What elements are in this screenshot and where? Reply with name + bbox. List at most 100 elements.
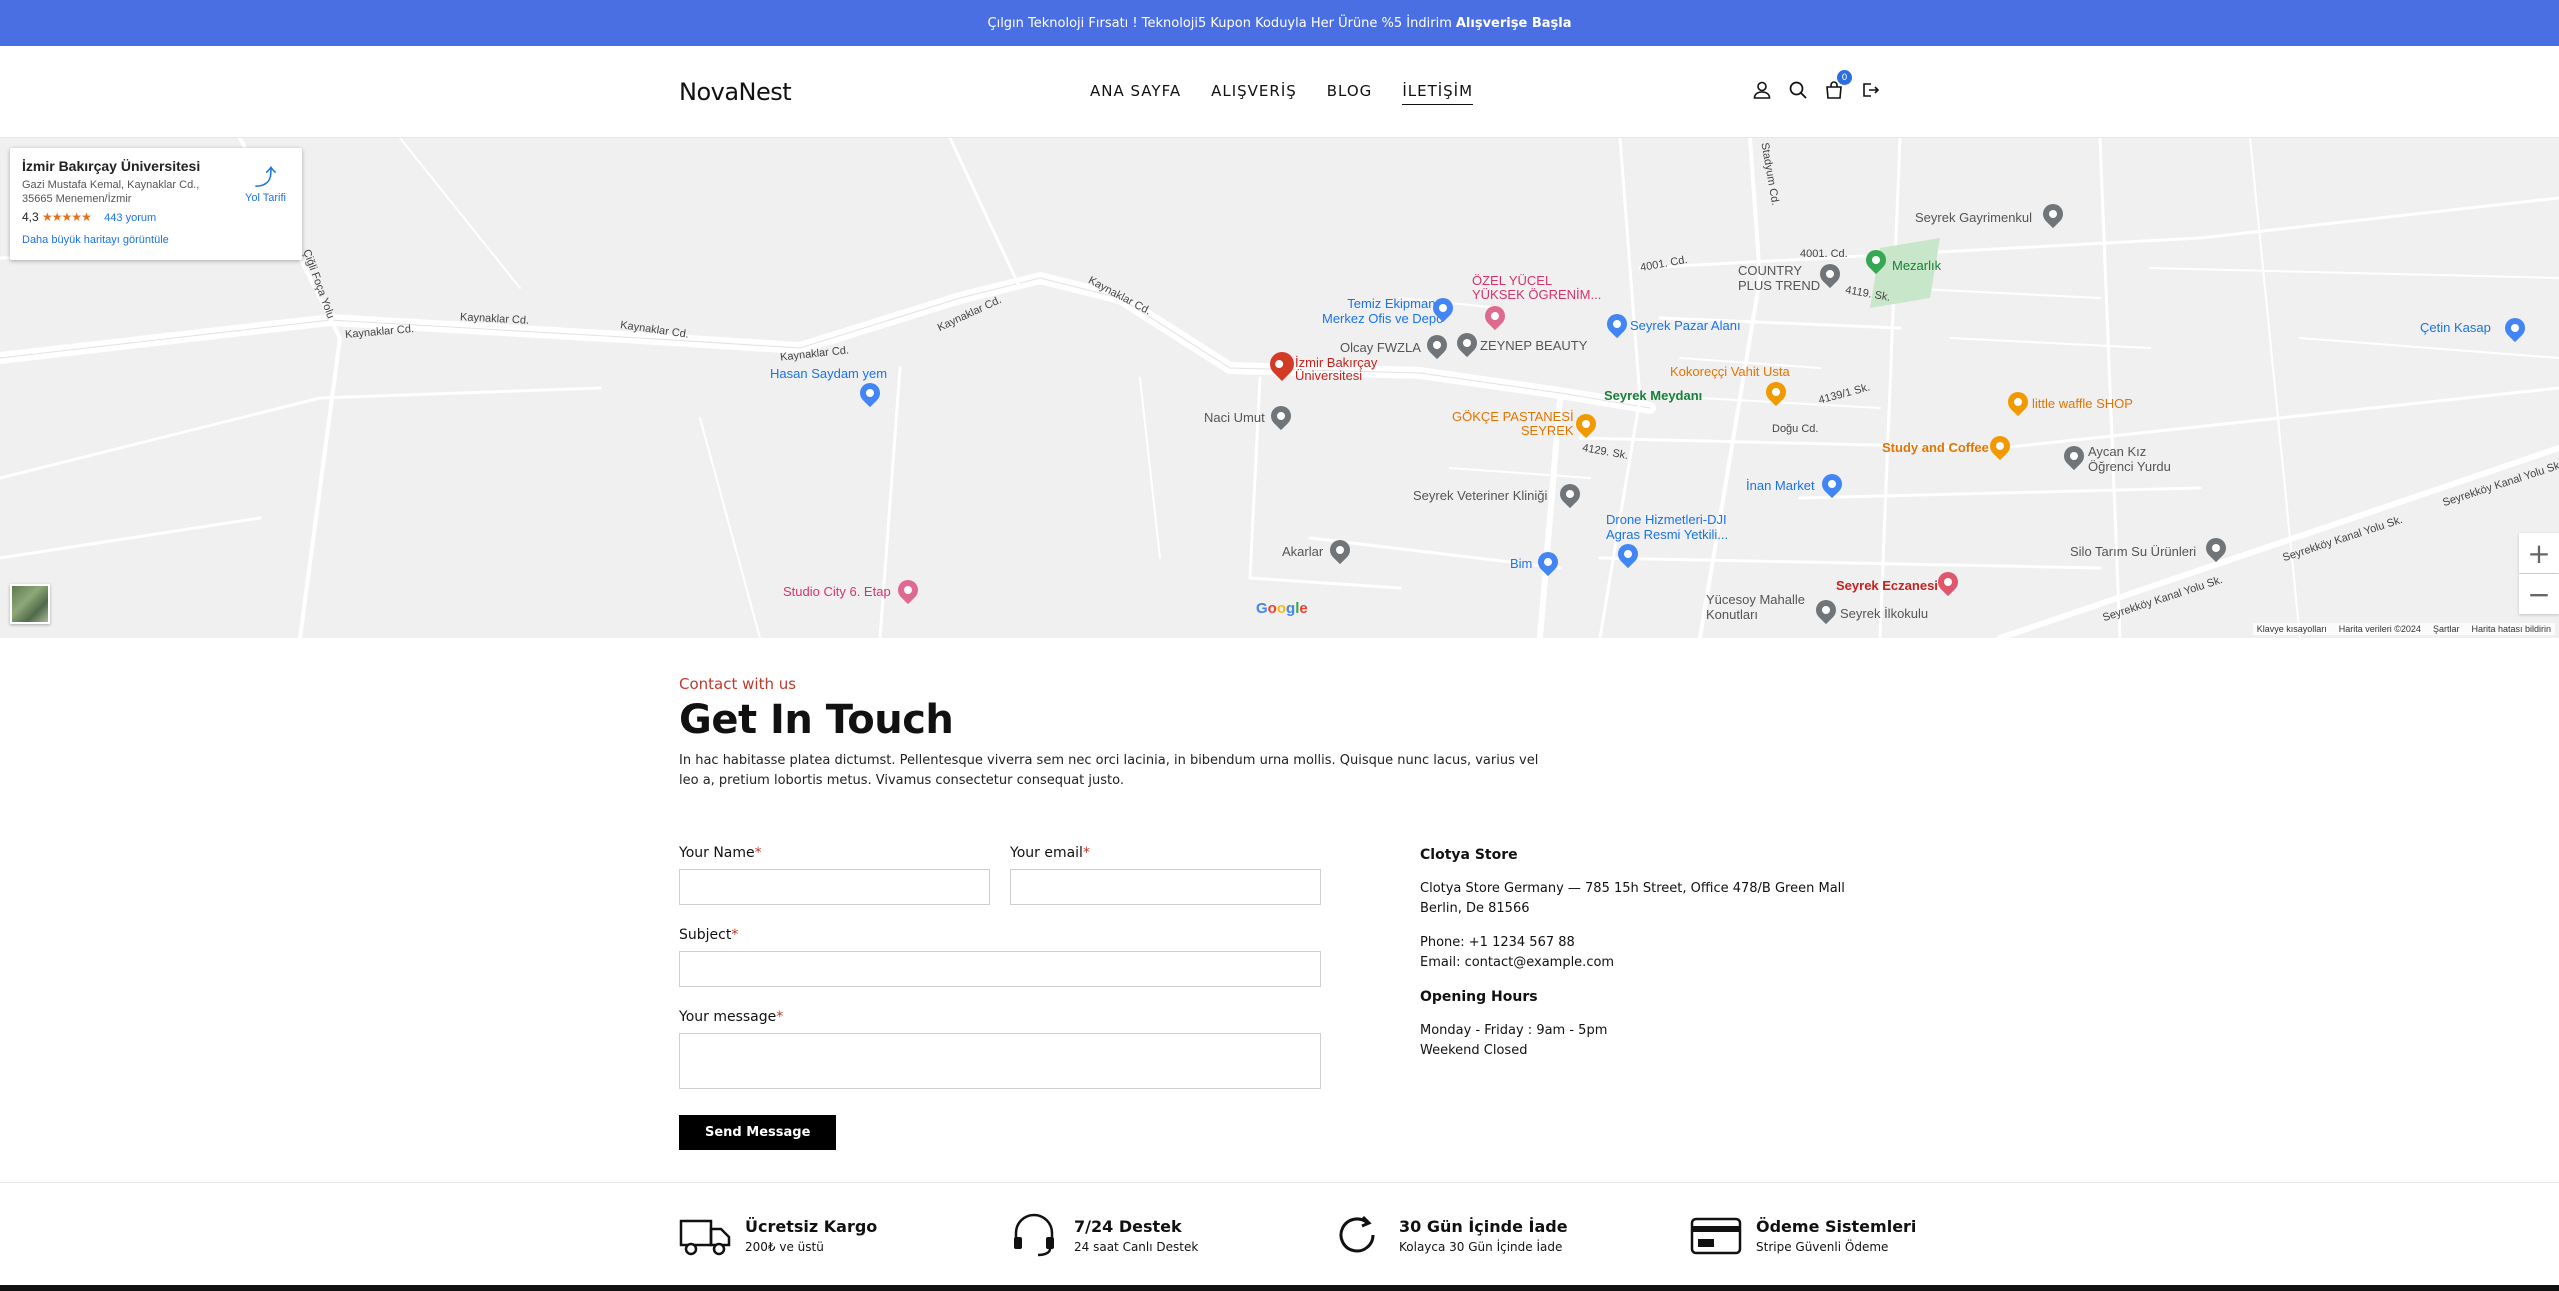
nav-item-blog[interactable]: BLOG [1327, 82, 1373, 105]
name-label: Your Name* [679, 845, 762, 861]
map-label[interactable]: Mezarlık [1892, 258, 1941, 273]
map-label[interactable]: ÖZEL YÜCEL YÜKSEK ÖGRENİM... [1472, 274, 1601, 302]
map-label[interactable]: Seyrek Veteriner Kliniği [1413, 488, 1547, 503]
map-label[interactable]: Drone Hizmetleri-DJI Agras Resmi Yetkili… [1606, 512, 1728, 542]
feature-sub: 24 saat Canlı Destek [1074, 1239, 1199, 1254]
feature-title: 30 Gün İçinde İade [1399, 1216, 1568, 1236]
map-label[interactable]: GÖKÇE PASTANESİ SEYREK [1452, 410, 1574, 438]
credit-card-icon [1690, 1217, 1742, 1255]
map-label[interactable]: İzmir Bakırçay Üniversitesi [1295, 356, 1377, 382]
map-label[interactable]: Çetin Kasap [2420, 320, 2491, 335]
feature-item: 30 Gün İçinde İade Kolayca 30 Gün İçinde … [1333, 1213, 1568, 1257]
map-label[interactable]: Hasan Saydam yem [770, 366, 887, 381]
cart-count-badge: 0 [1837, 70, 1852, 85]
road-label: Doğu Cd. [1772, 423, 1819, 435]
map-data-text: Harita verileri ©2024 [2338, 624, 2421, 634]
map-footer: Klavye kısayolları Harita verileri ©2024… [2252, 623, 2555, 635]
contact-eyebrow: Contact with us [679, 675, 797, 693]
send-message-button[interactable]: Send Message [679, 1115, 837, 1150]
store-title: Clotya Store [1420, 847, 1518, 863]
cart-icon[interactable]: 0 [1824, 70, 1852, 100]
search-icon[interactable] [1788, 80, 1808, 100]
footer-edge [0, 1285, 2559, 1291]
map-label[interactable]: Kokoreççi Vahit Usta [1670, 364, 1790, 379]
store-address: Clotya Store Germany — 785 15h Street, O… [1420, 881, 1845, 916]
feature-title: 7/24 Destek [1074, 1216, 1182, 1236]
store-email: Email: contact@example.com [1420, 955, 1615, 970]
feature-title: Ödeme Sistemleri [1756, 1216, 1917, 1236]
feature-item: Ücretsiz Kargo 200₺ ve üstü [679, 1213, 877, 1257]
email-field[interactable] [1010, 869, 1321, 905]
promo-cta-link[interactable]: Alışverişe Başla [1456, 16, 1572, 31]
message-field[interactable] [679, 1033, 1321, 1089]
hours-title: Opening Hours [1420, 989, 1538, 1005]
subject-label: Subject* [679, 927, 739, 943]
map-roads [0, 138, 2559, 638]
report-error-link[interactable]: Harita hatası bildirin [2471, 624, 2551, 634]
map-label[interactable]: Yücesoy Mahalle Konutları [1706, 592, 1805, 622]
map-label[interactable]: Naci Umut [1204, 410, 1265, 425]
site-header: NovaNest ANA SAYFA ALIŞVERİŞ BLOG İLETİŞ… [0, 46, 2559, 138]
map-label[interactable]: Seyrek Meydanı [1604, 388, 1702, 403]
star-rating-icon: ★★★★★ [42, 210, 92, 224]
map-label[interactable]: ZEYNEP BEAUTY [1480, 338, 1587, 353]
contact-section: Contact with us Get In Touch In hac habi… [679, 675, 1879, 791]
contact-intro: In hac habitasse platea dictumst. Pellen… [679, 753, 1539, 788]
map-label[interactable]: Akarlar [1282, 544, 1323, 559]
map-label[interactable]: Bim [1510, 556, 1532, 571]
main-nav: ANA SAYFA ALIŞVERİŞ BLOG İLETİŞİM [1090, 82, 1474, 105]
zoom-in-button[interactable]: + [2519, 533, 2559, 573]
rating-value: 4,3 [22, 210, 39, 224]
larger-map-link[interactable]: Daha büyük haritayı görüntüle [22, 234, 290, 246]
refresh-icon [1339, 1215, 1375, 1253]
feature-sub: Stripe Güvenli Ödeme [1756, 1239, 1889, 1254]
directions-button[interactable]: ⤴ Yol Tarifi [245, 160, 286, 204]
subject-field[interactable] [679, 951, 1321, 987]
map-place-card: İzmir Bakırçay Üniversitesi Gazi Mustafa… [10, 148, 302, 260]
user-icon[interactable] [1752, 80, 1772, 100]
nav-item-shop[interactable]: ALIŞVERİŞ [1211, 82, 1297, 105]
feature-item: Ödeme Sistemleri Stripe Güvenli Ödeme [1690, 1213, 1916, 1257]
store-phone: Phone: +1 1234 567 88 [1420, 935, 1575, 950]
feature-sub: 200₺ ve üstü [745, 1239, 824, 1254]
nav-item-contact[interactable]: İLETİŞİM [1402, 82, 1474, 105]
feature-title: Ücretsiz Kargo [745, 1216, 878, 1236]
place-address: Gazi Mustafa Kemal, Kaynaklar Cd., 35665… [22, 179, 200, 205]
map-label[interactable]: Seyrek İlkokulu [1840, 606, 1928, 621]
map-label[interactable]: Aycan Kız Öğrenci Yurdu [2088, 444, 2171, 474]
truck-icon [679, 1219, 731, 1256]
map-label[interactable]: Silo Tarım Su Ürünleri [2070, 544, 2196, 559]
keyboard-shortcuts-link[interactable]: Klavye kısayolları [2257, 624, 2327, 634]
map-label[interactable]: COUNTRY PLUS TREND [1738, 263, 1820, 293]
map-label[interactable]: Seyrek Gayrimenkul [1915, 210, 2032, 225]
zoom-out-button[interactable]: − [2519, 574, 2559, 614]
page-title: Get In Touch [679, 697, 954, 743]
google-logo: Google [1256, 600, 1308, 617]
map-label[interactable]: little waffle SHOP [2032, 396, 2133, 411]
map-label[interactable]: Olcay FWZLA [1340, 340, 1421, 355]
promo-bar: Çılgın Teknoloji Fırsatı ! Teknoloji5 Ku… [0, 0, 2559, 46]
map-label[interactable]: Seyrek Pazar Alanı [1630, 318, 1741, 333]
directions-icon: ⤴ [254, 165, 277, 190]
promo-text: Çılgın Teknoloji Fırsatı ! Teknoloji5 Ku… [987, 15, 1452, 31]
map-label[interactable]: Temiz Ekipman - Merkez Ofis ve Depo [1322, 296, 1443, 326]
map-label[interactable]: Study and Coffee [1882, 440, 1989, 455]
reviews-link[interactable]: 443 yorum [104, 212, 156, 224]
google-map[interactable]: İzmir Bakırçay Üniversitesi Gazi Mustafa… [0, 138, 2559, 638]
site-logo[interactable]: NovaNest [679, 78, 792, 106]
feature-sub: Kolayca 30 Gün İçinde İade [1399, 1239, 1563, 1254]
map-label[interactable]: Studio City 6. Etap [783, 584, 891, 599]
map-label[interactable]: İnan Market [1746, 478, 1815, 493]
name-field[interactable] [679, 869, 990, 905]
satellite-toggle-button[interactable] [10, 584, 50, 624]
logout-icon[interactable] [1860, 80, 1880, 100]
contact-form: Your Name* Your email* Subject* Your mes… [679, 845, 1321, 1150]
feature-item: 7/24 Destek 24 saat Canlı Destek [1008, 1213, 1198, 1257]
message-label: Your message* [679, 1009, 784, 1025]
email-label: Your email* [1010, 845, 1090, 861]
place-rating: 4,3 ★★★★★ 443 yorum [22, 210, 290, 224]
map-label[interactable]: Seyrek Eczanesi [1836, 578, 1938, 593]
terms-link[interactable]: Şartlar [2433, 624, 2460, 634]
nav-item-home[interactable]: ANA SAYFA [1090, 82, 1181, 105]
headset-icon [1014, 1213, 1054, 1257]
